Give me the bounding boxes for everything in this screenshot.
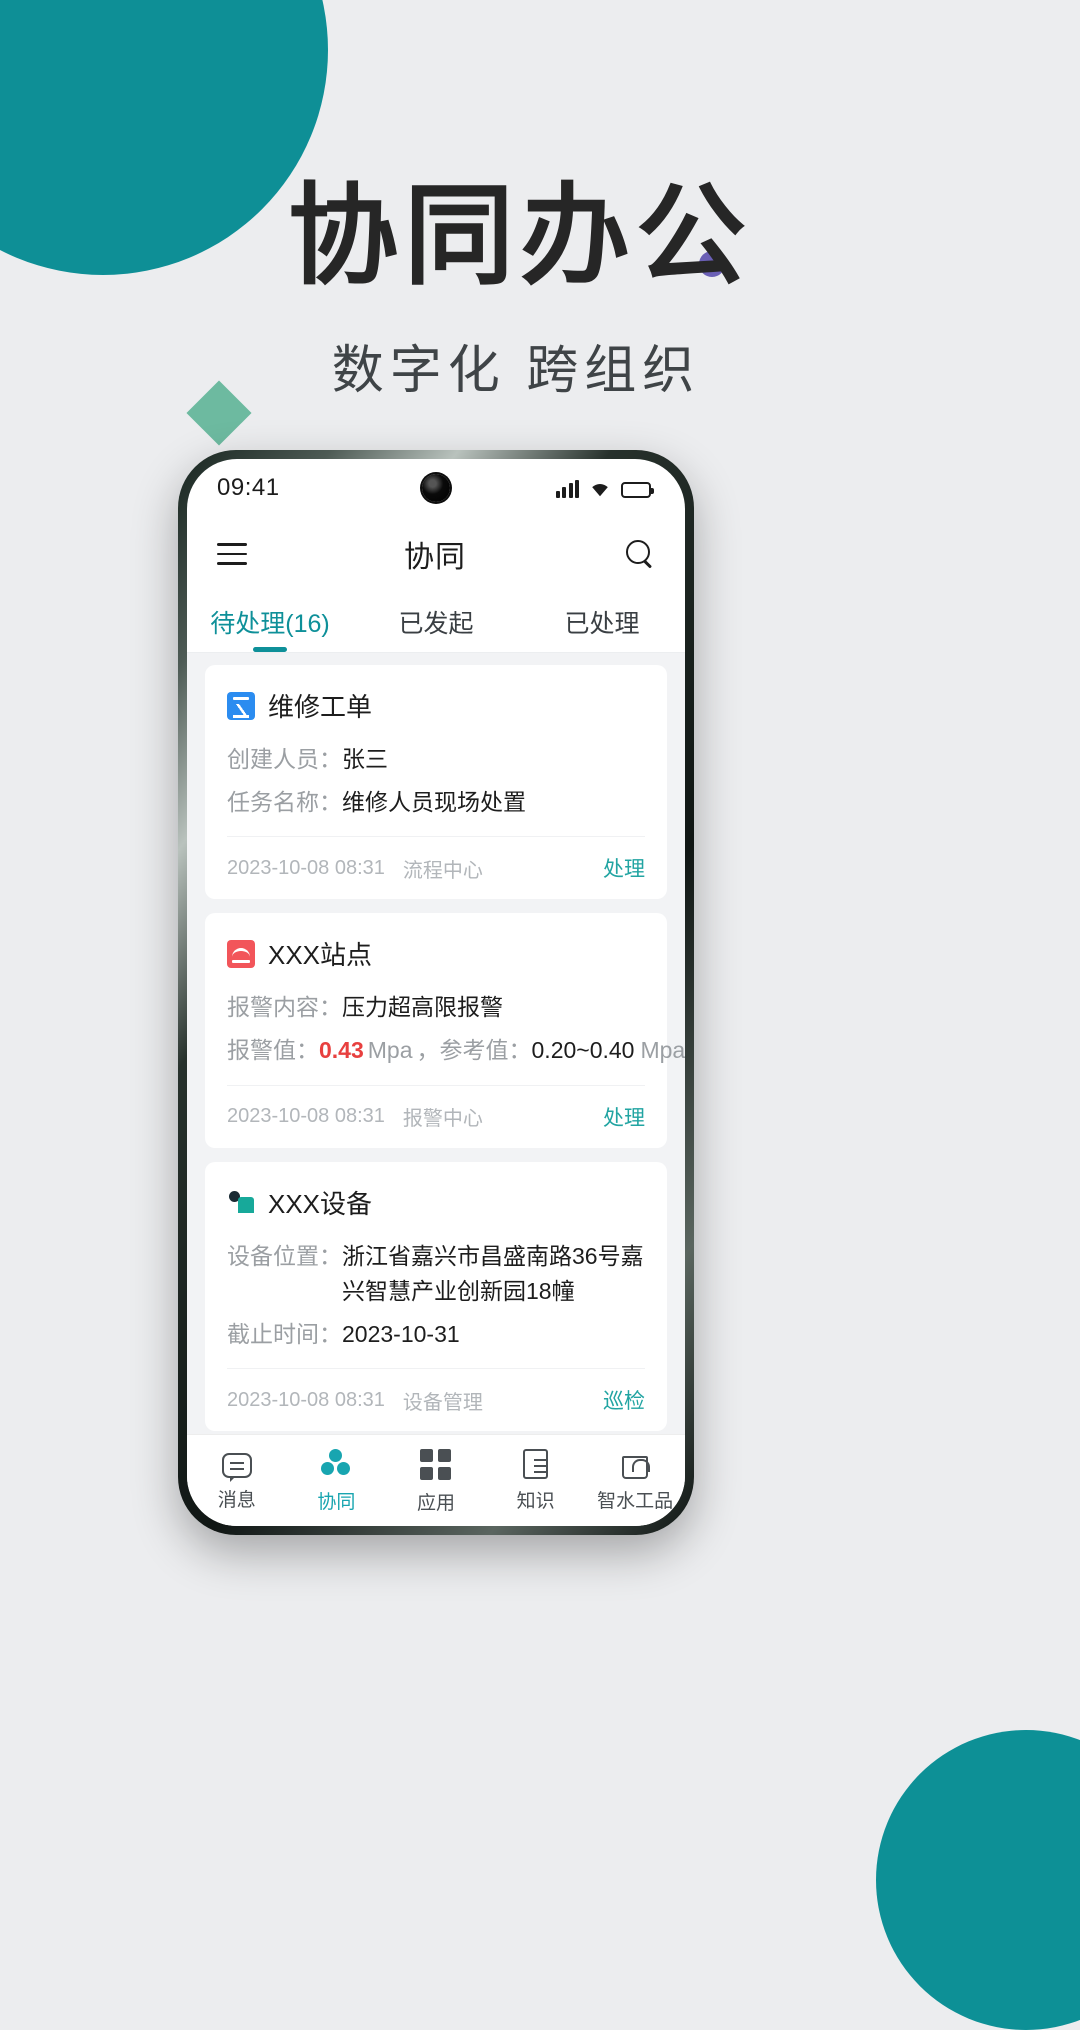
book-icon xyxy=(523,1449,549,1479)
wifi-icon xyxy=(592,483,608,496)
tab-label: 待处理(16) xyxy=(210,609,330,638)
nav-item-collaboration[interactable]: 协同 xyxy=(287,1448,387,1514)
nav-item-knowledge[interactable]: 知识 xyxy=(486,1448,586,1513)
card-footer: 2023-10-08 08:31 流程中心 处理 xyxy=(227,836,645,899)
hero-section: 协同办公 数字化 跨组织 xyxy=(0,175,1080,403)
field-label: 报警内容： xyxy=(227,994,342,1021)
page-title: 协同办公 xyxy=(288,175,752,298)
alarm-unit: Mpa xyxy=(367,1036,413,1063)
tab-active-indicator xyxy=(253,647,287,652)
timestamp: 2023-10-08 08:31 xyxy=(227,1388,385,1411)
task-card-list[interactable]: 维修工单 创建人员： 张三 任务名称： 维修人员现场处置 2023-10-08 … xyxy=(187,653,685,1434)
work-order-icon xyxy=(227,691,255,720)
field-label: 设备位置： xyxy=(227,1242,342,1269)
alarm-separator: ， xyxy=(416,1036,440,1063)
nav-item-store[interactable]: 智水工品 xyxy=(585,1448,685,1513)
nav-item-messages[interactable]: 消息 xyxy=(187,1450,287,1512)
source-label: 报警中心 xyxy=(402,1108,483,1131)
field-value: 张三 xyxy=(342,746,388,772)
phone-screen: 09:41 协同 待处理(16) 已发起 已处理 维修工单 创建人员： 张三 任… xyxy=(187,459,685,1526)
alarm-value-row: 报警值： 0.43 Mpa ， 参考值： 0.20~0.40 Mpa xyxy=(227,1033,685,1069)
nav-label: 协同 xyxy=(317,1491,356,1513)
tab-label: 已发起 xyxy=(398,609,474,638)
table-row[interactable]: 维修工单 创建人员： 张三 任务名称： 维修人员现场处置 2023-10-08 … xyxy=(205,665,667,900)
status-icons xyxy=(555,479,654,498)
card-title: XXX站点 xyxy=(268,940,373,971)
table-row[interactable]: XXX设备 设备位置： 浙江省嘉兴市昌盛南路36号嘉兴智慧产业创新园18幢 截止… xyxy=(205,1161,667,1432)
card-header: XXX站点 xyxy=(227,935,645,972)
source-label: 流程中心 xyxy=(402,859,483,882)
card-header: XXX设备 xyxy=(227,1184,645,1221)
field-label: 任务名称： xyxy=(227,788,342,815)
phone-mockup-frame: 09:41 协同 待处理(16) 已发起 已处理 维修工单 创建人员： 张三 任… xyxy=(178,450,694,1535)
action-button[interactable]: 处理 xyxy=(603,1102,645,1132)
status-time: 09:41 xyxy=(217,474,280,501)
grid-apps-icon xyxy=(419,1448,452,1481)
shopping-bag-icon xyxy=(622,1456,651,1479)
alarm-label: 报警值： xyxy=(227,1036,319,1063)
bottom-navigation: 消息 协同 应用 知识 智水工品 xyxy=(187,1434,685,1526)
timestamp: 2023-10-08 08:31 xyxy=(227,1105,385,1128)
camera-punch-hole xyxy=(422,474,450,502)
tab-initiated[interactable]: 已发起 xyxy=(353,591,519,652)
collaboration-icon xyxy=(320,1448,352,1480)
nav-label: 消息 xyxy=(217,1489,256,1511)
action-button[interactable]: 巡检 xyxy=(603,1385,645,1415)
card-field: 报警内容： 压力超高限报警 xyxy=(227,990,645,1026)
tab-bar: 待处理(16) 已发起 已处理 xyxy=(187,591,685,653)
tab-pending[interactable]: 待处理(16) xyxy=(187,591,353,652)
device-person-icon xyxy=(227,1188,255,1216)
reference-unit: Mpa xyxy=(640,1036,685,1063)
page-subtitle: 数字化 跨组织 xyxy=(331,342,701,401)
card-title: 维修工单 xyxy=(268,692,373,722)
battery-full-icon xyxy=(621,481,654,498)
search-icon[interactable] xyxy=(623,538,655,570)
tab-processed[interactable]: 已处理 xyxy=(519,591,685,652)
card-field: 创建人员： 张三 xyxy=(227,742,645,778)
action-button[interactable]: 处理 xyxy=(603,853,645,883)
field-value: 2023-10-31 xyxy=(342,1320,460,1347)
field-label: 创建人员： xyxy=(227,746,342,772)
field-value: 维修人员现场处置 xyxy=(342,788,526,815)
card-field: 截止时间： 2023-10-31 xyxy=(227,1317,645,1353)
card-footer: 2023-10-08 08:31 设备管理 巡检 xyxy=(227,1368,645,1431)
nav-label: 智水工品 xyxy=(597,1491,674,1512)
nav-item-apps[interactable]: 应用 xyxy=(386,1447,486,1515)
signal-bars-icon xyxy=(555,479,579,498)
field-label: 截止时间： xyxy=(227,1320,342,1347)
chat-icon xyxy=(221,1452,252,1482)
decor-teal-corner xyxy=(876,1730,1080,2030)
tab-label: 已处理 xyxy=(564,609,640,638)
card-field: 任务名称： 维修人员现场处置 xyxy=(227,785,645,821)
status-bar: 09:41 xyxy=(187,459,685,517)
card-footer: 2023-10-08 08:31 报警中心 处理 xyxy=(227,1084,645,1148)
card-header: 维修工单 xyxy=(227,687,645,724)
source-label: 设备管理 xyxy=(402,1391,483,1414)
app-title: 协同 xyxy=(404,541,466,574)
timestamp: 2023-10-08 08:31 xyxy=(227,856,385,879)
field-value: 压力超高限报警 xyxy=(342,994,503,1021)
reference-label: 参考值： xyxy=(439,1036,532,1063)
field-value: 浙江省嘉兴市昌盛南路36号嘉兴智慧产业创新园18幢 xyxy=(342,1242,644,1305)
app-header: 协同 xyxy=(187,517,685,591)
nav-label: 知识 xyxy=(516,1491,555,1512)
alarm-value: 0.43 xyxy=(319,1036,364,1063)
reference-value: 0.20~0.40 xyxy=(531,1036,635,1063)
table-row[interactable]: XXX站点 报警内容： 压力超高限报警 报警值： 0.43 Mpa ， 参考值：… xyxy=(205,913,685,1148)
alarm-waveform-icon xyxy=(227,939,255,968)
hamburger-menu-icon[interactable] xyxy=(217,543,247,565)
card-field: 设备位置： 浙江省嘉兴市昌盛南路36号嘉兴智慧产业创新园18幢 xyxy=(227,1239,645,1310)
card-title: XXX设备 xyxy=(268,1188,373,1219)
nav-label: 应用 xyxy=(416,1492,455,1514)
